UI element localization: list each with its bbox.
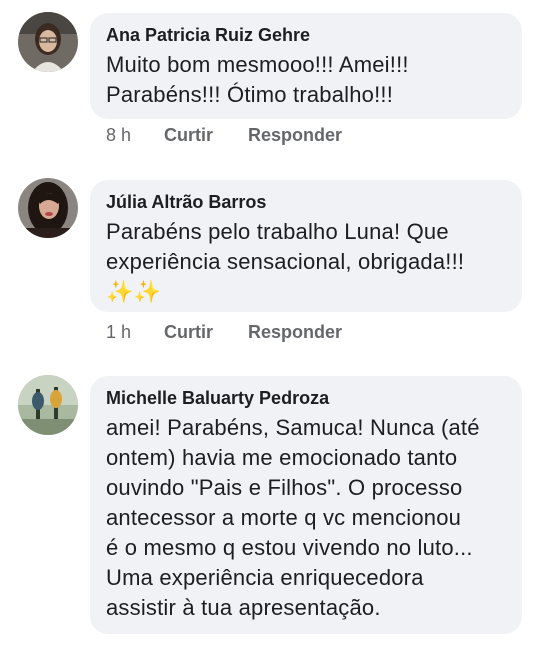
comment-line: experiência sensacional, obrigada!!!	[106, 249, 465, 274]
comment-line: é o mesmo q estou vivendo no luto...	[106, 535, 473, 560]
comment-time[interactable]: 1 h	[106, 322, 164, 343]
comment-author[interactable]: Ana Patricia Ruiz Gehre	[106, 23, 506, 47]
comment-bubble: Ana Patricia Ruiz Gehre Muito bom mesmoo…	[90, 13, 522, 119]
reply-button[interactable]: Responder	[248, 322, 342, 343]
sparkles-icon: ✨✨	[106, 279, 162, 304]
comment-line: Parabéns pelo trabalho Luna! Que	[106, 219, 449, 244]
like-button[interactable]: Curtir	[164, 125, 248, 146]
comment-actions: 1 h Curtir Responder	[106, 322, 342, 343]
reply-button[interactable]: Responder	[248, 125, 342, 146]
comment-bubble: Michelle Baluarty Pedroza amei! Parabéns…	[90, 376, 522, 634]
comment-line: Muito bom mesmooo!!! Amei!!!	[106, 52, 409, 77]
comment-author[interactable]: Michelle Baluarty Pedroza	[106, 386, 506, 410]
avatar[interactable]	[18, 375, 78, 435]
comment-actions: 8 h Curtir Responder	[106, 125, 342, 146]
comment-line: antecessor a morte q vc mencionou	[106, 505, 462, 530]
comment-author[interactable]: Júlia Altrão Barros	[106, 190, 506, 214]
comment-line: assistir à tua apresentação.	[106, 595, 381, 620]
comment-line: Parabéns!!! Ótimo trabalho!!!	[106, 82, 394, 107]
avatar[interactable]	[18, 12, 78, 72]
comment-line: ontem) havia me emocionado tanto	[106, 445, 458, 470]
avatar[interactable]	[18, 178, 78, 238]
comment-line: Uma experiência enriquecedora	[106, 565, 424, 590]
comment-line: ouvindo "Pais e Filhos". O processo	[106, 475, 463, 500]
comment-time[interactable]: 8 h	[106, 125, 164, 146]
comment-bubble: Júlia Altrão Barros Parabéns pelo trabal…	[90, 180, 522, 312]
like-button[interactable]: Curtir	[164, 322, 248, 343]
comment-text: amei! Parabéns, Samuca! Nunca (até ontem…	[106, 413, 506, 623]
comment-text: Muito bom mesmooo!!! Amei!!! Parabéns!!!…	[106, 50, 506, 110]
comment-line: amei! Parabéns, Samuca! Nunca (até	[106, 415, 480, 440]
comment-text: Parabéns pelo trabalho Luna! Que experiê…	[106, 217, 506, 307]
